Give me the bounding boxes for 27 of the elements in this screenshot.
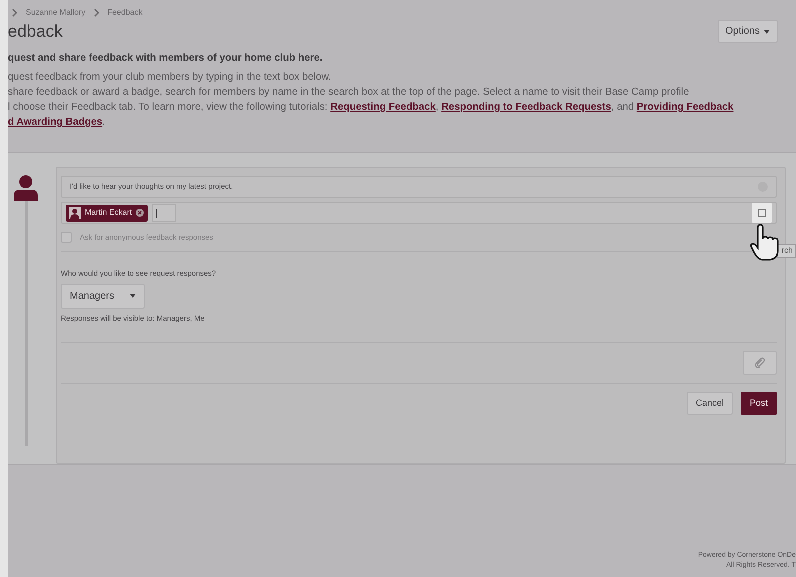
avatar-icon xyxy=(69,207,81,219)
recipient-field[interactable]: Martin Eckart xyxy=(61,202,777,224)
tutorial-link[interactable]: Requesting Feedback xyxy=(330,102,436,113)
square-icon xyxy=(758,209,766,217)
user-icon xyxy=(13,175,39,201)
tutorial-link[interactable]: Providing Feedback xyxy=(636,102,734,113)
caret-icon xyxy=(130,294,136,298)
tutorial-link[interactable]: Responding to Feedback Requests xyxy=(442,102,612,113)
visibility-select[interactable]: Managers xyxy=(61,284,146,308)
cancel-button[interactable]: Cancel xyxy=(686,392,733,416)
chevron-icon xyxy=(94,8,100,16)
text-cursor xyxy=(156,208,158,218)
search-button[interactable] xyxy=(752,203,772,223)
chevron-icon xyxy=(12,8,18,16)
intro-heading: quest and share feedback with members of your home club here. xyxy=(8,52,324,66)
intro-paragraph: share feedback or award a badge, search for members by name in the search box at the top of the page. Select a name to visit their Base Camp profile l choose their Feedback tab. To learn more, view the following tutorials: Requesting Feedback, Responding to Feedback Requests, and Providing Feedback d Awarding Badges. xyxy=(8,86,735,130)
options-button[interactable]: Options xyxy=(718,20,778,43)
intro-text: quest feedback from your club members by typing in the text box below. xyxy=(8,71,332,85)
paperclip-icon xyxy=(754,356,766,369)
post-button[interactable]: Post xyxy=(740,392,777,416)
pointer-cursor-icon xyxy=(750,224,780,262)
attach-button[interactable] xyxy=(743,350,777,375)
caret-icon xyxy=(764,30,770,34)
recipient-chip[interactable]: Martin Eckart xyxy=(66,204,148,222)
tutorial-link[interactable]: d Awarding Badges xyxy=(8,117,103,128)
page-title: edback xyxy=(8,21,63,43)
remove-icon[interactable] xyxy=(136,209,144,217)
